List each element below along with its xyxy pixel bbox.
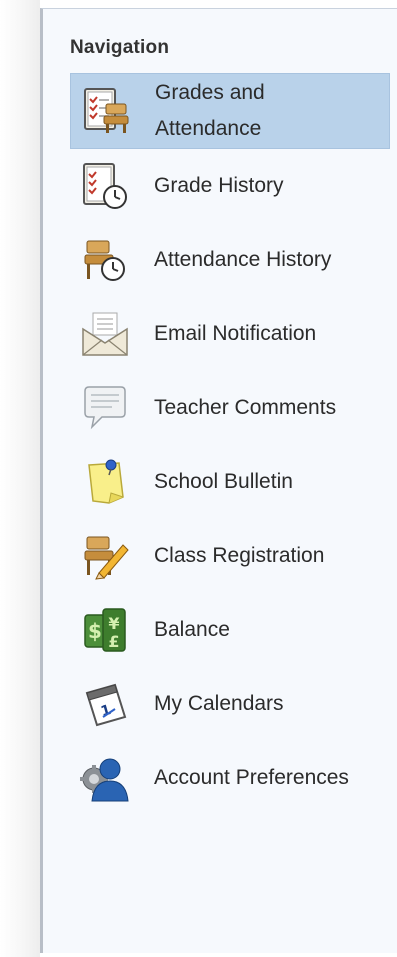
nav-item-label: Grade History xyxy=(154,174,284,197)
nav-item-grades-and-attendance[interactable]: Grades and Attendance xyxy=(70,73,390,149)
pinned-note-icon xyxy=(80,457,130,507)
page: Navigation Grades and Attendance Grade H… xyxy=(0,0,397,957)
attendance-history-icon xyxy=(80,235,130,285)
nav-item-label: Class Registration xyxy=(154,544,325,567)
nav-item-email-notification[interactable]: Email Notification xyxy=(70,297,390,371)
svg-text:$: $ xyxy=(88,619,102,643)
nav-item-class-registration[interactable]: Class Registration xyxy=(70,519,390,593)
nav-item-label: Email Notification xyxy=(154,322,317,345)
top-strip xyxy=(40,0,397,8)
nav-item-attendance-history[interactable]: Attendance History xyxy=(70,223,390,297)
navigation-panel: Navigation Grades and Attendance Grade H… xyxy=(40,8,397,953)
nav-item-account-preferences[interactable]: Account Preferences xyxy=(70,741,390,815)
svg-text:£: £ xyxy=(108,632,119,651)
grade-history-icon xyxy=(80,161,130,211)
nav-item-my-calendars[interactable]: 1 My Calendars xyxy=(70,667,390,741)
email-envelope-icon xyxy=(80,309,130,359)
nav-item-label: Attendance History xyxy=(154,248,332,271)
user-gear-icon xyxy=(80,753,130,803)
nav-item-label: Account Preferences xyxy=(154,766,349,789)
nav-item-label: School Bulletin xyxy=(154,470,293,493)
nav-item-label: Balance xyxy=(154,618,230,641)
speech-bubble-icon xyxy=(80,383,130,433)
left-gutter xyxy=(0,0,40,957)
nav-item-label: My Calendars xyxy=(154,692,284,715)
navigation-heading: Navigation xyxy=(70,37,170,58)
navigation-list: Grades and Attendance Grade History Atte… xyxy=(70,73,390,815)
nav-item-teacher-comments[interactable]: Teacher Comments xyxy=(70,371,390,445)
nav-item-label: Grades and Attendance xyxy=(155,81,265,140)
grades-attendance-icon xyxy=(81,86,131,136)
calendar-icon: 1 xyxy=(80,679,130,729)
nav-item-label: Teacher Comments xyxy=(154,396,337,419)
desk-pencil-icon xyxy=(80,531,130,581)
nav-item-school-bulletin[interactable]: School Bulletin xyxy=(70,445,390,519)
money-icon: $ ¥ £ xyxy=(80,605,130,655)
svg-text:¥: ¥ xyxy=(108,614,119,633)
nav-item-grade-history[interactable]: Grade History xyxy=(70,149,390,223)
nav-item-balance[interactable]: $ ¥ £ Balance xyxy=(70,593,390,667)
